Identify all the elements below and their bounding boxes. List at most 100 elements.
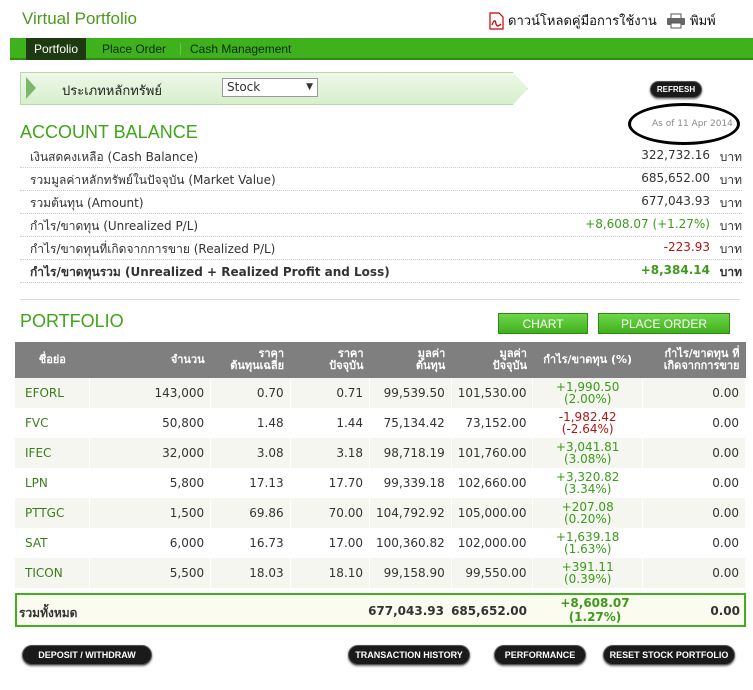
portfolio-title: PORTFOLIO [20,311,124,331]
cell-symbol[interactable]: SAT [15,528,91,558]
col-header-symbol[interactable]: ชื่อย่อ [15,342,90,378]
table-row: EFORL 143,000 0.70 0.71 99,539.50 101,53… [15,378,747,408]
account-row-unit: บาท [719,150,742,164]
cell-volume: 143,000 [89,378,212,408]
cell-realized-pl: 0.00 [642,378,747,408]
cell-realized-pl: 0.00 [642,408,747,438]
cell-price: 17.70 [290,468,371,498]
place-order-button[interactable]: PLACE ORDER [598,313,730,334]
cell-avg-cost: 69.86 [210,498,291,528]
totals-pl-value: +8,608.07 [560,596,630,610]
cell-unrealized-pl: +3,041.81 (3.08%) [532,438,643,468]
cell-unrealized-pl: +207.08 (0.20%) [532,498,643,528]
col-header-line: ปัจจุบัน [329,359,364,372]
totals-unrealized-pl: +8,608.07 (1.27%) [535,596,655,624]
tab-cash-management[interactable]: Cash Management [190,38,291,60]
col-header-avg-cost[interactable]: ราคา ต้นทุนเฉลี่ย [210,342,291,378]
cell-avg-cost: 0.70 [210,378,291,408]
download-manual-label: ดาวน์โหลดคู่มือการใช้งาน [508,14,657,29]
table-row: TICON 5,500 18.03 18.10 99,158.90 99,550… [15,558,747,588]
col-header-price[interactable]: ราคา ปัจจุบัน [290,342,370,378]
performance-button[interactable]: PERFORMANCE [494,645,586,665]
reset-portfolio-button[interactable]: RESET STOCK PORTFOLIO [603,645,735,665]
cell-volume: 5,800 [89,468,212,498]
col-header-volume[interactable]: จำนวน [89,342,211,378]
account-row-label: เงินสดคงเหลือ (Cash Balance) [30,150,199,164]
pl-percent: (-2.64%) [561,422,614,436]
section-divider [20,299,740,300]
deposit-withdraw-button[interactable]: DEPOSIT / WITHDRAW [22,645,152,665]
totals-pl-percent: (1.27%) [568,610,622,624]
tab-place-order[interactable]: Place Order [102,38,166,60]
table-row: SAT 6,000 16.73 17.00 100,360.82 102,000… [15,528,747,558]
transaction-history-button[interactable]: TRANSACTION HISTORY [348,645,470,665]
as-of-date: As of 11 Apr 2014 [652,119,733,129]
cell-realized-pl: 0.00 [642,498,747,528]
cell-volume: 1,500 [89,498,212,528]
col-header-amount[interactable]: มูลค่า ต้นทุน [369,342,452,378]
col-header-market-value[interactable]: มูลค่า ปัจจุบัน [451,342,533,378]
refresh-button[interactable]: REFRESH [650,81,702,98]
account-row-label: กำไร/ขาดทุนรวม (Unrealized + Realized Pr… [30,265,390,279]
cell-unrealized-pl: +1,990.50 (2.00%) [532,378,643,408]
cell-symbol[interactable]: FVC [15,408,91,438]
cell-amount: 98,718.19 [369,438,452,468]
cell-unrealized-pl: -1,982.42 (-2.64%) [532,408,643,438]
col-header-line: ต้นทุนเฉลี่ย [230,359,285,372]
cell-realized-pl: 0.00 [642,468,747,498]
account-row-unrealized: กำไร/ขาดทุน (Unrealized P/L) +8,608.07 (… [20,214,742,237]
totals-market-value: 685,652.00 [451,604,527,618]
nav-separator [180,43,181,55]
totals-realized-pl: 0.00 [710,604,740,618]
cell-symbol[interactable]: TICON [15,558,91,588]
cell-amount: 100,360.82 [369,528,452,558]
col-header-line: ปัจจุบัน [492,359,527,372]
account-balance-title: ACCOUNT BALANCE [20,122,198,142]
table-row: FVC 50,800 1.48 1.44 75,134.42 73,152.00… [15,408,747,438]
pl-percent: (3.34%) [563,482,612,496]
account-row-value: +8,608.07 (+1.27%) [585,217,710,231]
account-row-label: รวมต้นทุน (Amount) [30,196,144,210]
portfolio-totals-row: รวมทั้งหมด 677,043.93 685,652.00 +8,608.… [15,593,746,627]
pl-percent: (1.63%) [563,542,612,556]
col-header-unrealized-pl[interactable]: กำไร/ขาดทุน (%) [532,342,643,378]
cell-symbol[interactable]: EFORL [15,378,91,408]
pdf-icon [489,11,504,30]
col-header-line: ต้นทุน [415,359,446,372]
print-link[interactable]: พิมพ์ [666,10,716,31]
pl-percent: (0.39%) [563,572,612,586]
download-manual-link[interactable]: ดาวน์โหลดคู่มือการใช้งาน [488,10,657,31]
account-row-value: -223.93 [663,240,710,254]
tab-portfolio[interactable]: Portfolio [26,38,87,60]
col-header-realized-pl[interactable]: กำไร/ขาดทุน ที่ เกิดจากการขาย [642,342,746,378]
security-type-select[interactable]: Stock ▼ [222,78,318,97]
cell-market-value: 99,550.00 [451,558,534,588]
table-row: LPN 5,800 17.13 17.70 99,339.18 102,660.… [15,468,747,498]
pl-percent: (2.00%) [563,392,612,406]
pl-percent: (3.08%) [563,452,612,466]
cell-price: 17.00 [290,528,371,558]
cell-market-value: 102,660.00 [451,468,534,498]
account-row-total-pl: กำไร/ขาดทุนรวม (Unrealized + Realized Pr… [20,260,742,283]
cell-symbol[interactable]: LPN [15,468,91,498]
cell-price: 70.00 [290,498,371,528]
cell-amount: 104,792.92 [369,498,452,528]
main-nav: Portfolio Place Order Cash Management [10,38,753,60]
account-row-realized: กำไร/ขาดทุนที่เกิดจากการขาย (Realized P/… [20,237,742,260]
cell-amount: 99,158.90 [369,558,452,588]
cell-market-value: 73,152.00 [451,408,534,438]
table-row: IFEC 32,000 3.08 3.18 98,718.19 101,760.… [15,438,747,468]
cell-symbol[interactable]: IFEC [15,438,91,468]
cell-symbol[interactable]: PTTGC [15,498,91,528]
cell-amount: 99,339.18 [369,468,452,498]
account-row-cash: เงินสดคงเหลือ (Cash Balance) 322,732.16 … [20,145,742,168]
cell-realized-pl: 0.00 [642,558,747,588]
pl-percent: (0.20%) [563,512,612,526]
cell-price: 1.44 [290,408,371,438]
table-header-row: ชื่อย่อ จำนวน ราคา ต้นทุนเฉลี่ย ราคา ปัจจุ… [15,342,746,378]
page-header: Virtual Portfolio ดาวน์โหลดคู่มือการใช้ง… [0,0,753,38]
chart-button[interactable]: CHART [498,313,588,334]
account-row-unit: บาท [719,173,742,187]
cell-avg-cost: 18.03 [210,558,291,588]
printer-icon [667,13,685,28]
